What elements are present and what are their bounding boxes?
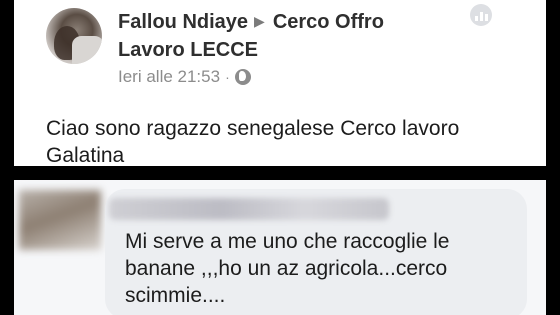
comment-text: Mi serve a me uno che raccoglie le banan… [125, 230, 450, 307]
author-avatar[interactable] [46, 8, 102, 64]
group-name-part-1: Cerco Offro [272, 11, 384, 33]
globe-icon[interactable] [234, 69, 251, 85]
share-arrow-icon: ▶ [254, 13, 265, 29]
commenter-avatar[interactable] [19, 190, 101, 250]
post-card: Fallou Ndiaye ▶ Cerco Offro Lavoro LECCE Ie… [14, 0, 546, 166]
post-header: Fallou Ndiaye ▶ Cerco Offro Lavoro LECCE [118, 9, 463, 64]
avatar-shirt [72, 36, 102, 64]
commenter-name-redacted [109, 198, 389, 220]
meta-separator: · [225, 69, 230, 85]
post-meta: Ieri alle 21:53 · [118, 67, 251, 87]
author-name-link[interactable]: Fallou Ndiaye [118, 11, 248, 33]
post-timestamp-link[interactable]: Ieri alle 21:53 [118, 67, 220, 87]
post-body: Ciao sono ragazzo senegalese Cerco lavor… [46, 117, 460, 166]
group-name-part-2: Lavoro LECCE [118, 39, 259, 61]
stats-icon[interactable] [470, 4, 492, 26]
comment-card: Mi serve a me uno che raccoglie le banan… [14, 180, 546, 315]
